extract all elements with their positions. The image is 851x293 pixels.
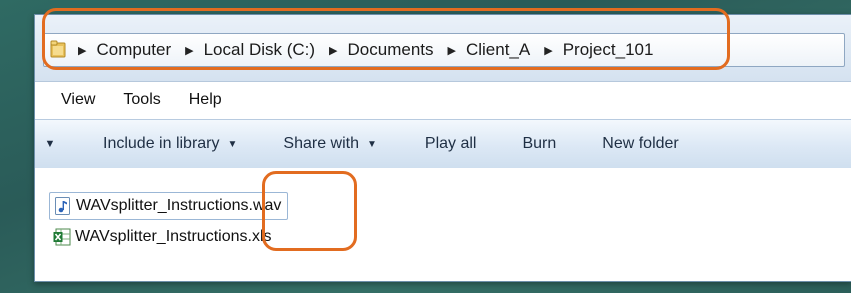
menu-help[interactable]: Help: [187, 87, 224, 113]
organize-dropdown-icon[interactable]: ▼: [41, 138, 59, 150]
file-name: WAVsplitter_Instructions.wav: [76, 197, 282, 214]
burn-label: Burn: [522, 135, 557, 152]
menu-bar: View Tools Help: [35, 82, 851, 118]
chevron-down-icon: ▼: [227, 138, 238, 150]
chevron-down-icon: ▼: [367, 138, 377, 150]
menu-tools[interactable]: Tools: [121, 87, 162, 113]
file-list: WAVsplitter_Instructions.wav WAVsplitter…: [35, 168, 851, 281]
audio-file-icon: [55, 197, 70, 215]
play-all-button[interactable]: Play all: [425, 135, 477, 153]
play-all-label: Play all: [424, 135, 477, 152]
new-folder-label: New folder: [602, 135, 679, 152]
file-item-wav[interactable]: WAVsplitter_Instructions.wav: [49, 192, 289, 220]
file-name: WAVsplitter_Instructions.xls: [75, 228, 272, 245]
share-with-button[interactable]: Share with ▼: [283, 135, 377, 153]
burn-button[interactable]: Burn: [522, 135, 556, 153]
file-item-xls[interactable]: WAVsplitter_Instructions.xls: [49, 224, 272, 250]
new-folder-button[interactable]: New folder: [602, 135, 678, 153]
share-with-label: Share with: [283, 135, 359, 152]
excel-file-icon: [53, 228, 71, 246]
include-in-library-label: Include in library: [103, 135, 220, 152]
breadcrumb-annotation-outline: [42, 8, 730, 70]
command-toolbar: ▼ Include in library ▼ Share with ▼ Play…: [35, 119, 851, 169]
extension-annotation-outline: [262, 171, 357, 251]
menu-view[interactable]: View: [59, 87, 97, 113]
include-in-library-button[interactable]: Include in library ▼: [103, 135, 237, 153]
